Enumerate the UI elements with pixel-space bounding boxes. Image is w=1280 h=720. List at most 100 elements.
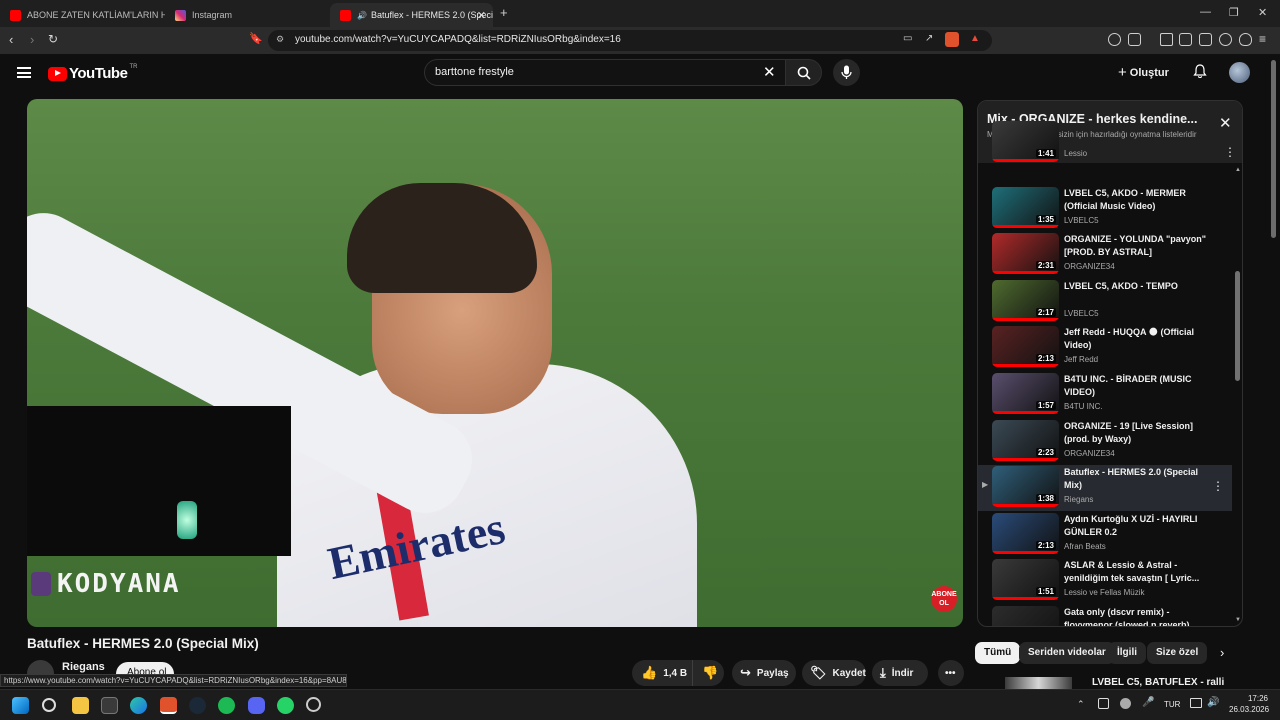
playlist-panel: Mix - ORGANIZE - herkes kendine... Mix'l…: [977, 100, 1243, 627]
voice-search-button[interactable]: [833, 59, 860, 86]
video-duration: 1:51: [1035, 587, 1056, 597]
save-button[interactable]: 🏷 Kaydet: [802, 660, 866, 686]
cast-icon[interactable]: ▭: [903, 33, 912, 44]
new-tab-button[interactable]: +: [500, 5, 508, 20]
file-explorer-icon[interactable]: [72, 697, 89, 714]
playlist-item[interactable]: 1:41 Lessio: [978, 121, 1232, 163]
playlist-item[interactable]: 2:13 Aydın Kurtoğlu X UZİ - HAYIRLI GÜNLE…: [978, 512, 1232, 558]
hamburger-menu-icon[interactable]: [17, 67, 31, 78]
minimize-icon[interactable]: —: [1200, 6, 1211, 18]
youtube-logo[interactable]: YouTube TR: [48, 63, 138, 82]
playlist-item[interactable]: 2:13 Jeff Redd - HUQQA 🌑 (Official Video)…: [978, 325, 1232, 371]
filter-chip[interactable]: Size özel: [1147, 642, 1208, 664]
browser-tab-bar: ABONE ZATEN KATLİAM'LARIN HEPS Instagram…: [0, 0, 1280, 27]
instagram-favicon-icon: [175, 9, 186, 21]
leo-ai-icon[interactable]: [1219, 33, 1232, 46]
brave-taskbar-icon[interactable]: [160, 697, 177, 714]
screenshot-icon[interactable]: [1128, 33, 1141, 46]
scroll-down-icon[interactable]: ▼: [1235, 617, 1241, 623]
sidebar-icon[interactable]: [1179, 33, 1192, 46]
brave-shields-icon[interactable]: [945, 32, 959, 47]
tray-expand-icon[interactable]: ⌃: [1077, 699, 1085, 710]
playlist-item[interactable]: 1:51 ASLAR & Lessio & Astral - yenildiğim…: [978, 558, 1232, 604]
edge-icon[interactable]: [130, 697, 147, 714]
more-actions-button[interactable]: •••: [938, 660, 964, 686]
restore-icon[interactable]: ❐: [1229, 6, 1239, 19]
video-thumbnail: 2:23: [992, 419, 1059, 461]
create-button[interactable]: + Oluştur: [1118, 63, 1169, 81]
clear-search-icon[interactable]: ✕: [763, 63, 776, 81]
input-language[interactable]: TUR: [1164, 700, 1180, 709]
bookmark-icon[interactable]: 🔖: [249, 32, 263, 45]
watch-progress-bar: [992, 159, 1059, 162]
playlist-item[interactable]: 2:17 LVBEL C5, AKDO - TEMPO LVBELC5: [978, 279, 1232, 325]
windows-start-icon[interactable]: [12, 697, 29, 714]
filter-chip[interactable]: İlgili: [1108, 642, 1146, 664]
tray-mic-icon[interactable]: 🎤: [1142, 697, 1154, 708]
network-icon[interactable]: [1190, 698, 1202, 708]
logo-country: TR: [129, 63, 138, 70]
wallet-icon[interactable]: [1199, 33, 1212, 46]
tray-app-icon[interactable]: [1098, 698, 1109, 709]
page-scrollbar[interactable]: [1271, 60, 1276, 238]
dislike-button[interactable]: 👎: [692, 660, 724, 686]
address-bar[interactable]: ⚙ youtube.com/watch?v=YuCUYCAPADQ&list=R…: [268, 30, 992, 51]
app-icon[interactable]: [306, 697, 321, 712]
reload-icon[interactable]: ↻: [48, 32, 58, 46]
steam-icon[interactable]: [189, 697, 206, 714]
forward-icon[interactable]: ›: [30, 32, 34, 47]
status-bar-url: https://www.youtube.com/watch?v=YuCUYCAP…: [0, 674, 347, 687]
video-thumbnail: 1:35: [992, 186, 1059, 228]
playlist-item-title: LVBEL C5, AKDO - TEMPO: [1064, 280, 1178, 291]
filter-chip[interactable]: Seriden videolar: [1019, 642, 1115, 664]
watch-progress-bar: [992, 504, 1059, 508]
browser-tab[interactable]: Instagram: [165, 3, 330, 27]
back-icon[interactable]: ‹: [9, 32, 13, 47]
playlist-item[interactable]: Gata only (dscvr remix) - floyymenor (sl…: [978, 605, 1232, 626]
playlist-item-title: ASLAR & Lessio & Astral - yenildiğim tek…: [1064, 560, 1200, 584]
close-tab-icon[interactable]: ✕: [477, 9, 486, 22]
account-avatar[interactable]: [1229, 62, 1250, 83]
like-button[interactable]: 👍 1,4 B: [632, 660, 692, 686]
video-player[interactable]: Emirates KODYANA ABONE OL: [27, 99, 963, 627]
playlist-item-title: ORGANIZE - 19 [Live Session] (prod. by W…: [1064, 420, 1194, 444]
extensions-icon[interactable]: [1108, 33, 1121, 46]
notifications-bell-icon[interactable]: [1193, 64, 1207, 78]
menu-icon[interactable]: ≡: [1259, 32, 1266, 46]
search-button[interactable]: [785, 59, 822, 86]
brave-rewards-icon[interactable]: ▲: [970, 33, 980, 44]
spotify-icon[interactable]: [218, 697, 235, 714]
vpn-icon[interactable]: [1239, 33, 1252, 46]
browser-tab-active[interactable]: 🔊 Batuflex - HERMES 2.0 (Speci ✕: [330, 3, 493, 27]
site-info-icon[interactable]: ⚙: [276, 34, 284, 45]
store-icon[interactable]: [101, 697, 118, 714]
clock-date[interactable]: 26.03.2026: [1229, 705, 1269, 714]
whatsapp-icon[interactable]: [277, 697, 294, 714]
clock-time[interactable]: 17:26: [1229, 694, 1268, 703]
item-more-icon[interactable]: ⋮: [1212, 479, 1224, 493]
tray-cloud-icon[interactable]: [1120, 698, 1131, 709]
share-page-icon[interactable]: ↗: [925, 33, 933, 44]
search-input[interactable]: barttone frestyle ✕: [424, 59, 786, 86]
channel-name[interactable]: Riegans: [62, 661, 105, 673]
download-button[interactable]: ⤓ İndir: [872, 660, 928, 686]
media-icon[interactable]: [1160, 33, 1173, 46]
browser-tab[interactable]: ABONE ZATEN KATLİAM'LARIN HEPS: [0, 3, 165, 27]
chevron-right-icon[interactable]: ›: [1220, 645, 1224, 660]
playlist-item[interactable]: 1:35 LVBEL C5, AKDO - MERMER (Official Mu…: [978, 186, 1232, 232]
discord-icon[interactable]: [248, 697, 265, 714]
volume-icon[interactable]: 🔊: [1207, 697, 1219, 708]
playlist-scrollbar[interactable]: [1235, 271, 1240, 381]
playlist-item-channel: Lessio: [1064, 149, 1088, 158]
close-window-icon[interactable]: ✕: [1258, 6, 1267, 19]
playlist-item[interactable]: 2:31 ORGANIZE - YOLUNDA "pavyon" [PROD. B…: [978, 232, 1232, 278]
playlist-item-current[interactable]: ▶ 1:38 Batuflex - HERMES 2.0 (Special Mix)…: [978, 465, 1232, 512]
close-playlist-icon[interactable]: ✕: [1219, 114, 1232, 132]
scroll-up-icon[interactable]: ▲: [1235, 167, 1241, 173]
playlist-item[interactable]: 2:23 ORGANIZE - 19 [Live Session] (prod. …: [978, 419, 1232, 465]
playlist-item[interactable]: 1:57 B4TU INC. - BİRADER (MUSIC VIDEO) B4T…: [978, 372, 1232, 418]
like-count: 1,4 B: [663, 667, 688, 679]
filter-chip[interactable]: Tümü: [975, 642, 1021, 664]
share-button[interactable]: ↪ Paylaş: [732, 660, 796, 686]
search-taskbar-icon[interactable]: [42, 698, 56, 712]
